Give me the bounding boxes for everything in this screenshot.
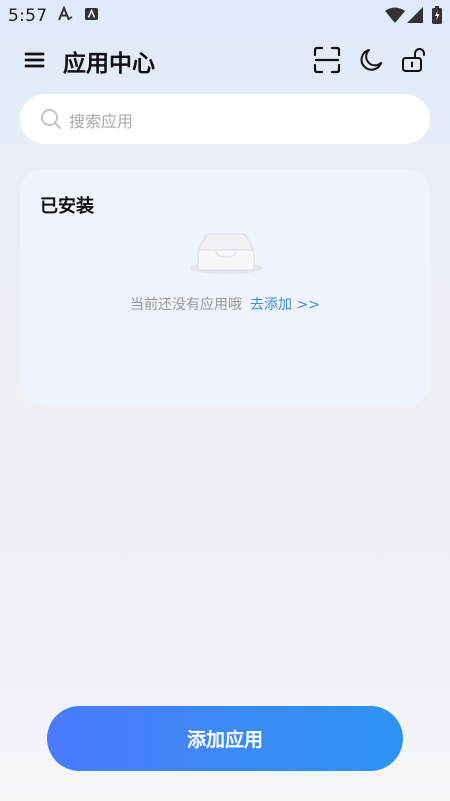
search-input[interactable]: 搜索应用	[20, 94, 430, 144]
installed-apps-card: 已安装 当前还没有应用哦 去添加 >>	[20, 170, 430, 405]
add-app-link[interactable]: 去添加 >>	[250, 297, 320, 313]
empty-state-text: 当前还没有应用哦	[130, 297, 243, 313]
menu-icon[interactable]	[22, 48, 48, 72]
empty-state: 当前还没有应用哦 去添加 >>	[20, 294, 430, 314]
scan-icon[interactable]	[313, 46, 341, 74]
status-time: 5:57	[8, 6, 48, 26]
installed-section-title: 已安装	[40, 196, 94, 217]
unlock-icon[interactable]	[399, 46, 427, 74]
search-icon	[40, 108, 62, 130]
dark-mode-icon[interactable]	[357, 46, 385, 74]
add-app-button[interactable]: 添加应用	[47, 706, 403, 771]
cellular-signal-icon	[407, 7, 423, 27]
wifi-icon	[385, 7, 405, 27]
page-title: 应用中心	[63, 51, 155, 77]
battery-icon	[432, 6, 442, 28]
android-notification-icon	[85, 6, 99, 25]
search-placeholder: 搜索应用	[69, 112, 134, 131]
app-header: 应用中心	[0, 38, 450, 82]
empty-inbox-icon	[188, 228, 264, 278]
status-bar: 5:57	[0, 0, 450, 32]
font-icon	[57, 5, 73, 26]
